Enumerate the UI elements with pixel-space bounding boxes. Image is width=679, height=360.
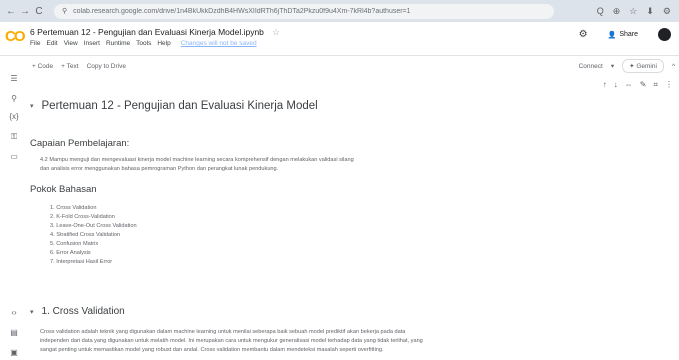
notebook-title-text[interactable]: 6 Pertemuan 12 - Pengujian dan Evaluasi … bbox=[30, 27, 264, 37]
connect-dropdown-icon[interactable]: ▾ bbox=[611, 62, 614, 70]
pokok-heading: Pokok Bahasan bbox=[30, 184, 97, 195]
avatar[interactable] bbox=[658, 28, 671, 41]
menu-edit[interactable]: Edit bbox=[46, 40, 57, 47]
menu-bar: File Edit View Insert Runtime Tools Help… bbox=[30, 40, 257, 47]
back-icon[interactable]: ← bbox=[4, 6, 18, 17]
mirror-cell-icon[interactable]: ⌗ bbox=[653, 80, 658, 90]
edit-icon[interactable]: ✎ bbox=[640, 80, 647, 90]
share-label: Share bbox=[619, 31, 638, 38]
files-folder-icon[interactable]: ▭ bbox=[8, 152, 20, 164]
toc-icon[interactable]: ☰ bbox=[8, 74, 20, 86]
list-item: 3. Leave-One-Out Cross Validation bbox=[50, 223, 137, 229]
notebook-title[interactable]: 6 Pertemuan 12 - Pengujian dan Evaluasi … bbox=[30, 27, 280, 38]
colab-logo[interactable]: CO bbox=[5, 28, 25, 45]
extensions-icon[interactable]: ⊕ bbox=[613, 6, 621, 17]
reload-icon[interactable]: C bbox=[32, 6, 46, 17]
bookmark-star-icon[interactable]: ☆ bbox=[629, 6, 637, 17]
list-item: 1. Cross Validation bbox=[50, 205, 97, 211]
collapse-caret-icon[interactable]: ▾ bbox=[30, 308, 34, 316]
cell-toolbar: ↑ ↓ ⇔ ✎ ⌗ ⋮ bbox=[603, 80, 673, 90]
text-cell-cross-validation[interactable]: ▾ 1. Cross Validation bbox=[30, 306, 670, 317]
search-icon[interactable]: Q bbox=[597, 6, 604, 17]
unsaved-changes-link[interactable]: Changes will not be saved bbox=[181, 40, 257, 47]
add-text-button[interactable]: + Text bbox=[61, 63, 78, 70]
notebook-toolbar: + Code + Text Copy to Drive Connect ▾ ✦ … bbox=[28, 56, 679, 76]
browser-toolbar: ← → C ⚲ colab.research.google.com/drive/… bbox=[0, 0, 679, 22]
list-item: 4. Stratified Cross Validation bbox=[50, 232, 121, 238]
command-palette-icon[interactable]: ▤ bbox=[8, 328, 20, 340]
link-icon[interactable]: ⇔ bbox=[625, 80, 633, 90]
forward-icon[interactable]: → bbox=[18, 6, 32, 17]
secrets-key-icon[interactable]: ⚿ bbox=[8, 132, 20, 144]
capaian-block: Capaian Pembelajaran: bbox=[30, 138, 670, 149]
search-icon[interactable]: ⚲ bbox=[8, 94, 20, 106]
cv-text-1: Cross validation adalah teknik yang digu… bbox=[40, 329, 406, 335]
cross-validation-text: Cross validation adalah teknik yang digu… bbox=[40, 328, 670, 355]
site-info-icon[interactable]: ⚲ bbox=[62, 7, 67, 15]
capaian-text-2: dan analisis error menggunakan bahasa pe… bbox=[40, 166, 279, 172]
connect-button[interactable]: Connect bbox=[579, 63, 603, 70]
capaian-text-1: 4.2 Mampu menguji dan mengevaluasi kiner… bbox=[40, 157, 354, 163]
menu-insert[interactable]: Insert bbox=[84, 40, 100, 47]
menu-tools[interactable]: Tools bbox=[136, 40, 151, 47]
terminal-icon[interactable]: ▣ bbox=[8, 348, 20, 360]
list-item: 2. K-Fold Cross-Validation bbox=[50, 214, 115, 220]
share-button[interactable]: 👤 Share bbox=[602, 29, 644, 41]
list-item: 6. Error Analysis bbox=[50, 250, 91, 256]
collapse-icon[interactable]: ^ bbox=[672, 63, 675, 70]
section-title: 1. Cross Validation bbox=[41, 306, 125, 317]
add-code-button[interactable]: + Code bbox=[32, 63, 53, 70]
code-snippets-icon[interactable]: ‹› bbox=[8, 308, 20, 320]
colab-header: CO 6 Pertemuan 12 - Pengujian dan Evalua… bbox=[0, 22, 679, 56]
text-cell-intro[interactable]: ▾ Pertemuan 12 - Pengujian dan Evaluasi … bbox=[30, 100, 670, 112]
capaian-text-block: 4.2 Mampu menguji dan mengevaluasi kiner… bbox=[40, 156, 660, 174]
settings-gear-icon[interactable]: ⚙ bbox=[579, 29, 588, 40]
cv-text-3: sangat penting untuk memastikan model ya… bbox=[40, 347, 384, 353]
list-item: 7. Interpretasi Hasil Error bbox=[50, 259, 113, 265]
more-options-icon[interactable]: ⋮ bbox=[665, 80, 673, 90]
list-item: 5. Confusion Matrix bbox=[50, 241, 99, 247]
menu-help[interactable]: Help bbox=[157, 40, 170, 47]
browser-settings-icon[interactable]: ⚙ bbox=[663, 6, 671, 17]
copy-to-drive-button[interactable]: Copy to Drive bbox=[87, 63, 126, 70]
collapse-caret-icon[interactable]: ▾ bbox=[30, 102, 34, 110]
pokok-list: 1. Cross Validation 2. K-Fold Cross-Vali… bbox=[50, 204, 350, 267]
variables-icon[interactable]: {x} bbox=[8, 112, 20, 124]
move-up-icon[interactable]: ↑ bbox=[603, 80, 607, 90]
share-person-icon: 👤 bbox=[607, 31, 617, 39]
url-text: colab.research.google.com/drive/1n4BkUkk… bbox=[73, 7, 411, 15]
download-icon[interactable]: ⬇ bbox=[646, 6, 654, 17]
menu-runtime[interactable]: Runtime bbox=[106, 40, 130, 47]
section-title: Pertemuan 12 - Pengujian dan Evaluasi Ki… bbox=[41, 100, 318, 112]
address-bar[interactable]: ⚲ colab.research.google.com/drive/1n4BkU… bbox=[54, 3, 554, 19]
pokok-block: Pokok Bahasan bbox=[30, 184, 670, 195]
capaian-heading: Capaian Pembelajaran: bbox=[30, 138, 130, 149]
star-icon[interactable]: ☆ bbox=[272, 27, 280, 37]
move-down-icon[interactable]: ↓ bbox=[614, 80, 618, 90]
cv-text-2: independen dari data yang digunakan untu… bbox=[40, 338, 423, 344]
menu-view[interactable]: View bbox=[64, 40, 78, 47]
menu-file[interactable]: File bbox=[30, 40, 40, 47]
left-sidebar: ☰ ⚲ {x} ⚿ ▭ ‹› ▤ ▣ bbox=[0, 56, 28, 360]
gemini-button[interactable]: ✦ Gemini bbox=[622, 59, 664, 73]
